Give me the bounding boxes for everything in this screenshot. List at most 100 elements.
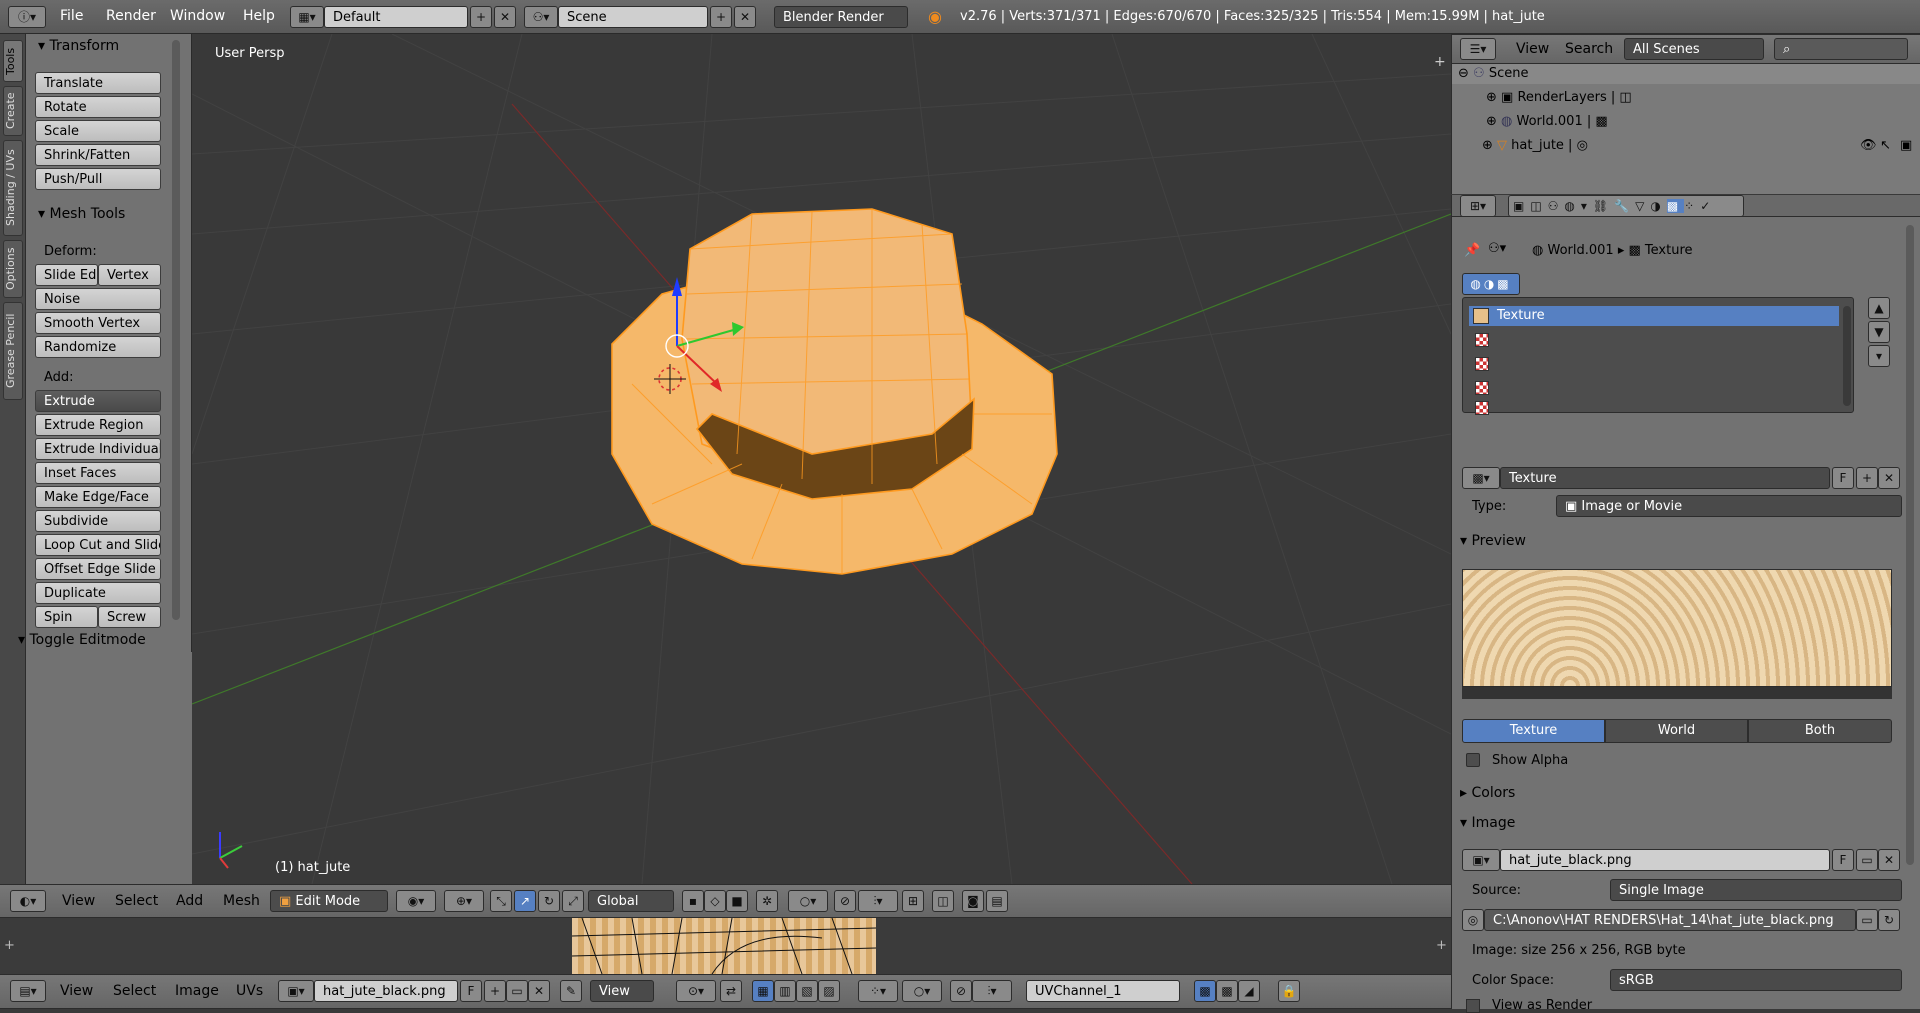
editor-type-outliner-icon[interactable]: ☰▾ xyxy=(1460,38,1496,60)
make-edge-face-button[interactable]: Make Edge/Face xyxy=(35,486,161,508)
context-scene-icon[interactable]: ⚇▾ xyxy=(1488,241,1506,256)
slot-move-down-icon[interactable]: ▼ xyxy=(1868,321,1890,343)
pin-icon[interactable]: 📌 xyxy=(1464,243,1480,258)
manipulator-toggle-icon[interactable]: ⤡ xyxy=(490,890,512,912)
layout-add-icon[interactable]: + xyxy=(470,6,492,28)
mesh-tools-panel-title[interactable]: ▾ Mesh Tools xyxy=(38,206,125,222)
preview-panel-title[interactable]: ▾ Preview xyxy=(1460,533,1526,549)
image-unlink-icon[interactable]: ✕ xyxy=(1878,849,1900,871)
uv-island-mode-icon[interactable]: ▨ xyxy=(818,980,840,1002)
menu-file[interactable]: File xyxy=(60,8,83,24)
noise-button[interactable]: Noise xyxy=(35,288,161,310)
uv-sync-icon[interactable]: ⇄ xyxy=(720,980,742,1002)
preview-resize-handle[interactable] xyxy=(1462,687,1892,699)
tab-shading-uvs[interactable]: Shading / UVs xyxy=(3,140,23,236)
image-browse-icon[interactable]: ▣▾ xyxy=(1462,849,1500,871)
scene-icon[interactable]: ⚇▾ xyxy=(524,6,558,28)
viewport-shading-icon[interactable]: ◉▾ xyxy=(396,890,436,912)
slot-specials-icon[interactable]: ▾ xyxy=(1868,345,1890,367)
uv-face-mode-icon[interactable]: ▧ xyxy=(796,980,818,1002)
uv-channel-field[interactable]: UVChannel_1 xyxy=(1026,980,1180,1002)
translate-button[interactable]: Translate xyxy=(35,72,161,94)
slot-list-scrollbar[interactable] xyxy=(1843,306,1851,406)
empty-slot-icon[interactable] xyxy=(1475,357,1489,371)
outliner-search-input[interactable]: ⌕ xyxy=(1774,38,1908,60)
properties-context-icons[interactable]: ▣◫⚇◍▾⛓🔧▽◑▩⁘✓ xyxy=(1508,195,1744,217)
inset-faces-button[interactable]: Inset Faces xyxy=(35,462,161,484)
slide-vertex-button[interactable]: Vertex xyxy=(98,264,161,286)
uv-pivot-icon[interactable]: ⊙▾ xyxy=(676,980,716,1002)
smooth-vertex-button[interactable]: Smooth Vertex xyxy=(35,312,161,334)
uv-editor-area[interactable]: + + xyxy=(0,918,1451,974)
uv-stretch-icon[interactable]: ◢ xyxy=(1238,980,1260,1002)
uv-area-left-handle[interactable]: + xyxy=(4,938,15,953)
outliner-row-renderlayers[interactable]: ⊕ ▣ RenderLayers | ◫ xyxy=(1486,90,1632,105)
scene-add-icon[interactable]: + xyxy=(710,6,732,28)
outliner-filter-select[interactable]: All Scenes xyxy=(1624,38,1764,60)
snap-toggle-icon[interactable]: ⊘ xyxy=(834,890,856,912)
mode-select[interactable]: ▣ Edit Mode xyxy=(270,890,388,912)
image-datablock-field[interactable]: hat_jute_black.png xyxy=(1500,849,1830,871)
texture-fake-user[interactable]: F xyxy=(1832,467,1854,489)
tab-create[interactable]: Create xyxy=(3,86,23,136)
scene-field[interactable]: Scene xyxy=(558,6,708,28)
filepath-icon[interactable]: ◎ xyxy=(1462,909,1484,931)
loop-cut-slide-button[interactable]: Loop Cut and Slide xyxy=(35,534,161,556)
extrude-individual-button[interactable]: Extrude Individual xyxy=(35,438,161,460)
empty-slot-icon[interactable] xyxy=(1475,333,1489,347)
view-as-render-checkbox[interactable] xyxy=(1466,999,1480,1013)
extrude-select[interactable]: Extrude xyxy=(35,390,161,412)
slot-move-up-icon[interactable]: ▲ xyxy=(1868,297,1890,319)
menu-help[interactable]: Help xyxy=(243,8,275,24)
uv-checker-icon[interactable]: ▩ xyxy=(1216,980,1238,1002)
menu-render[interactable]: Render xyxy=(106,8,156,24)
outliner-row-hat-jute[interactable]: ⊕ ▽ hat_jute | ◎ xyxy=(1482,138,1588,153)
rotate-button[interactable]: Rotate xyxy=(35,96,161,118)
show-alpha-checkbox[interactable] xyxy=(1466,753,1480,767)
empty-slot-icon[interactable] xyxy=(1475,401,1489,415)
uv-menu-view[interactable]: View xyxy=(60,983,93,999)
snap-element-icon[interactable]: ⫶▾ xyxy=(858,890,898,912)
tab-options[interactable]: Options xyxy=(3,240,23,298)
layout-field[interactable]: Default xyxy=(324,6,468,28)
render-camera-icon[interactable]: ▣ xyxy=(1900,138,1912,153)
menu-window[interactable]: Window xyxy=(170,8,225,24)
image-name-field[interactable]: hat_jute_black.png xyxy=(314,980,458,1002)
texture-unlink-icon[interactable]: ✕ xyxy=(1878,467,1900,489)
uv-texpaint-icon[interactable]: ▩ xyxy=(1194,980,1216,1002)
visibility-eye-icon[interactable]: 👁 xyxy=(1860,138,1877,153)
image-add-icon[interactable]: + xyxy=(484,980,506,1002)
uv-menu-select[interactable]: Select xyxy=(113,983,156,999)
selectable-cursor-icon[interactable]: ↖ xyxy=(1880,138,1891,153)
image-fake-user[interactable]: F xyxy=(1832,849,1854,871)
slide-edge-button[interactable]: Slide Ed xyxy=(35,264,98,286)
screw-button[interactable]: Screw xyxy=(98,606,161,628)
preview-texture-toggle[interactable]: Texture xyxy=(1462,719,1605,743)
texture-context-icons[interactable]: ◍◑▩ xyxy=(1462,273,1520,295)
texture-type-select[interactable]: ▣ Image or Movie xyxy=(1556,495,1902,517)
offset-edge-slide-button[interactable]: Offset Edge Slide xyxy=(35,558,161,580)
layout-close-icon[interactable]: ✕ xyxy=(494,6,516,28)
limit-selection-icon[interactable]: ✲ xyxy=(756,890,778,912)
layout-icon[interactable]: ▦▾ xyxy=(290,6,324,28)
uv-snap-icon[interactable]: ⊘ xyxy=(950,980,972,1002)
proportional-edit-icon[interactable]: ○▾ xyxy=(788,890,828,912)
render-engine-select[interactable]: Blender Render xyxy=(774,6,908,28)
uv-sticky-icon[interactable]: ⁘▾ xyxy=(858,980,898,1002)
face-select-icon[interactable]: ■ xyxy=(726,890,748,912)
rotate-manipulator-icon[interactable]: ↻ xyxy=(538,890,560,912)
editor-type-3d-icon[interactable]: ◐▾ xyxy=(10,890,46,912)
outliner-row-scene[interactable]: ⊖ ⚇ Scene xyxy=(1458,66,1528,81)
uv-snap-element-icon[interactable]: ⫶▾ xyxy=(972,980,1012,1002)
reload-icon[interactable]: ↻ xyxy=(1878,909,1900,931)
texture-browse-icon[interactable]: ▩▾ xyxy=(1462,467,1500,489)
tab-grease-pencil[interactable]: Grease Pencil xyxy=(3,302,23,400)
preview-world-toggle[interactable]: World xyxy=(1605,719,1748,743)
menu-mesh[interactable]: Mesh xyxy=(223,893,260,909)
opengl-render-icon[interactable]: ◫ xyxy=(932,890,954,912)
image-panel-title[interactable]: ▾ Image xyxy=(1460,815,1515,831)
snap-target-icon[interactable]: ⊞ xyxy=(902,890,924,912)
scale-manipulator-icon[interactable]: ⤢ xyxy=(562,890,584,912)
preview-both-toggle[interactable]: Both xyxy=(1748,719,1892,743)
randomize-button[interactable]: Randomize xyxy=(35,336,161,358)
